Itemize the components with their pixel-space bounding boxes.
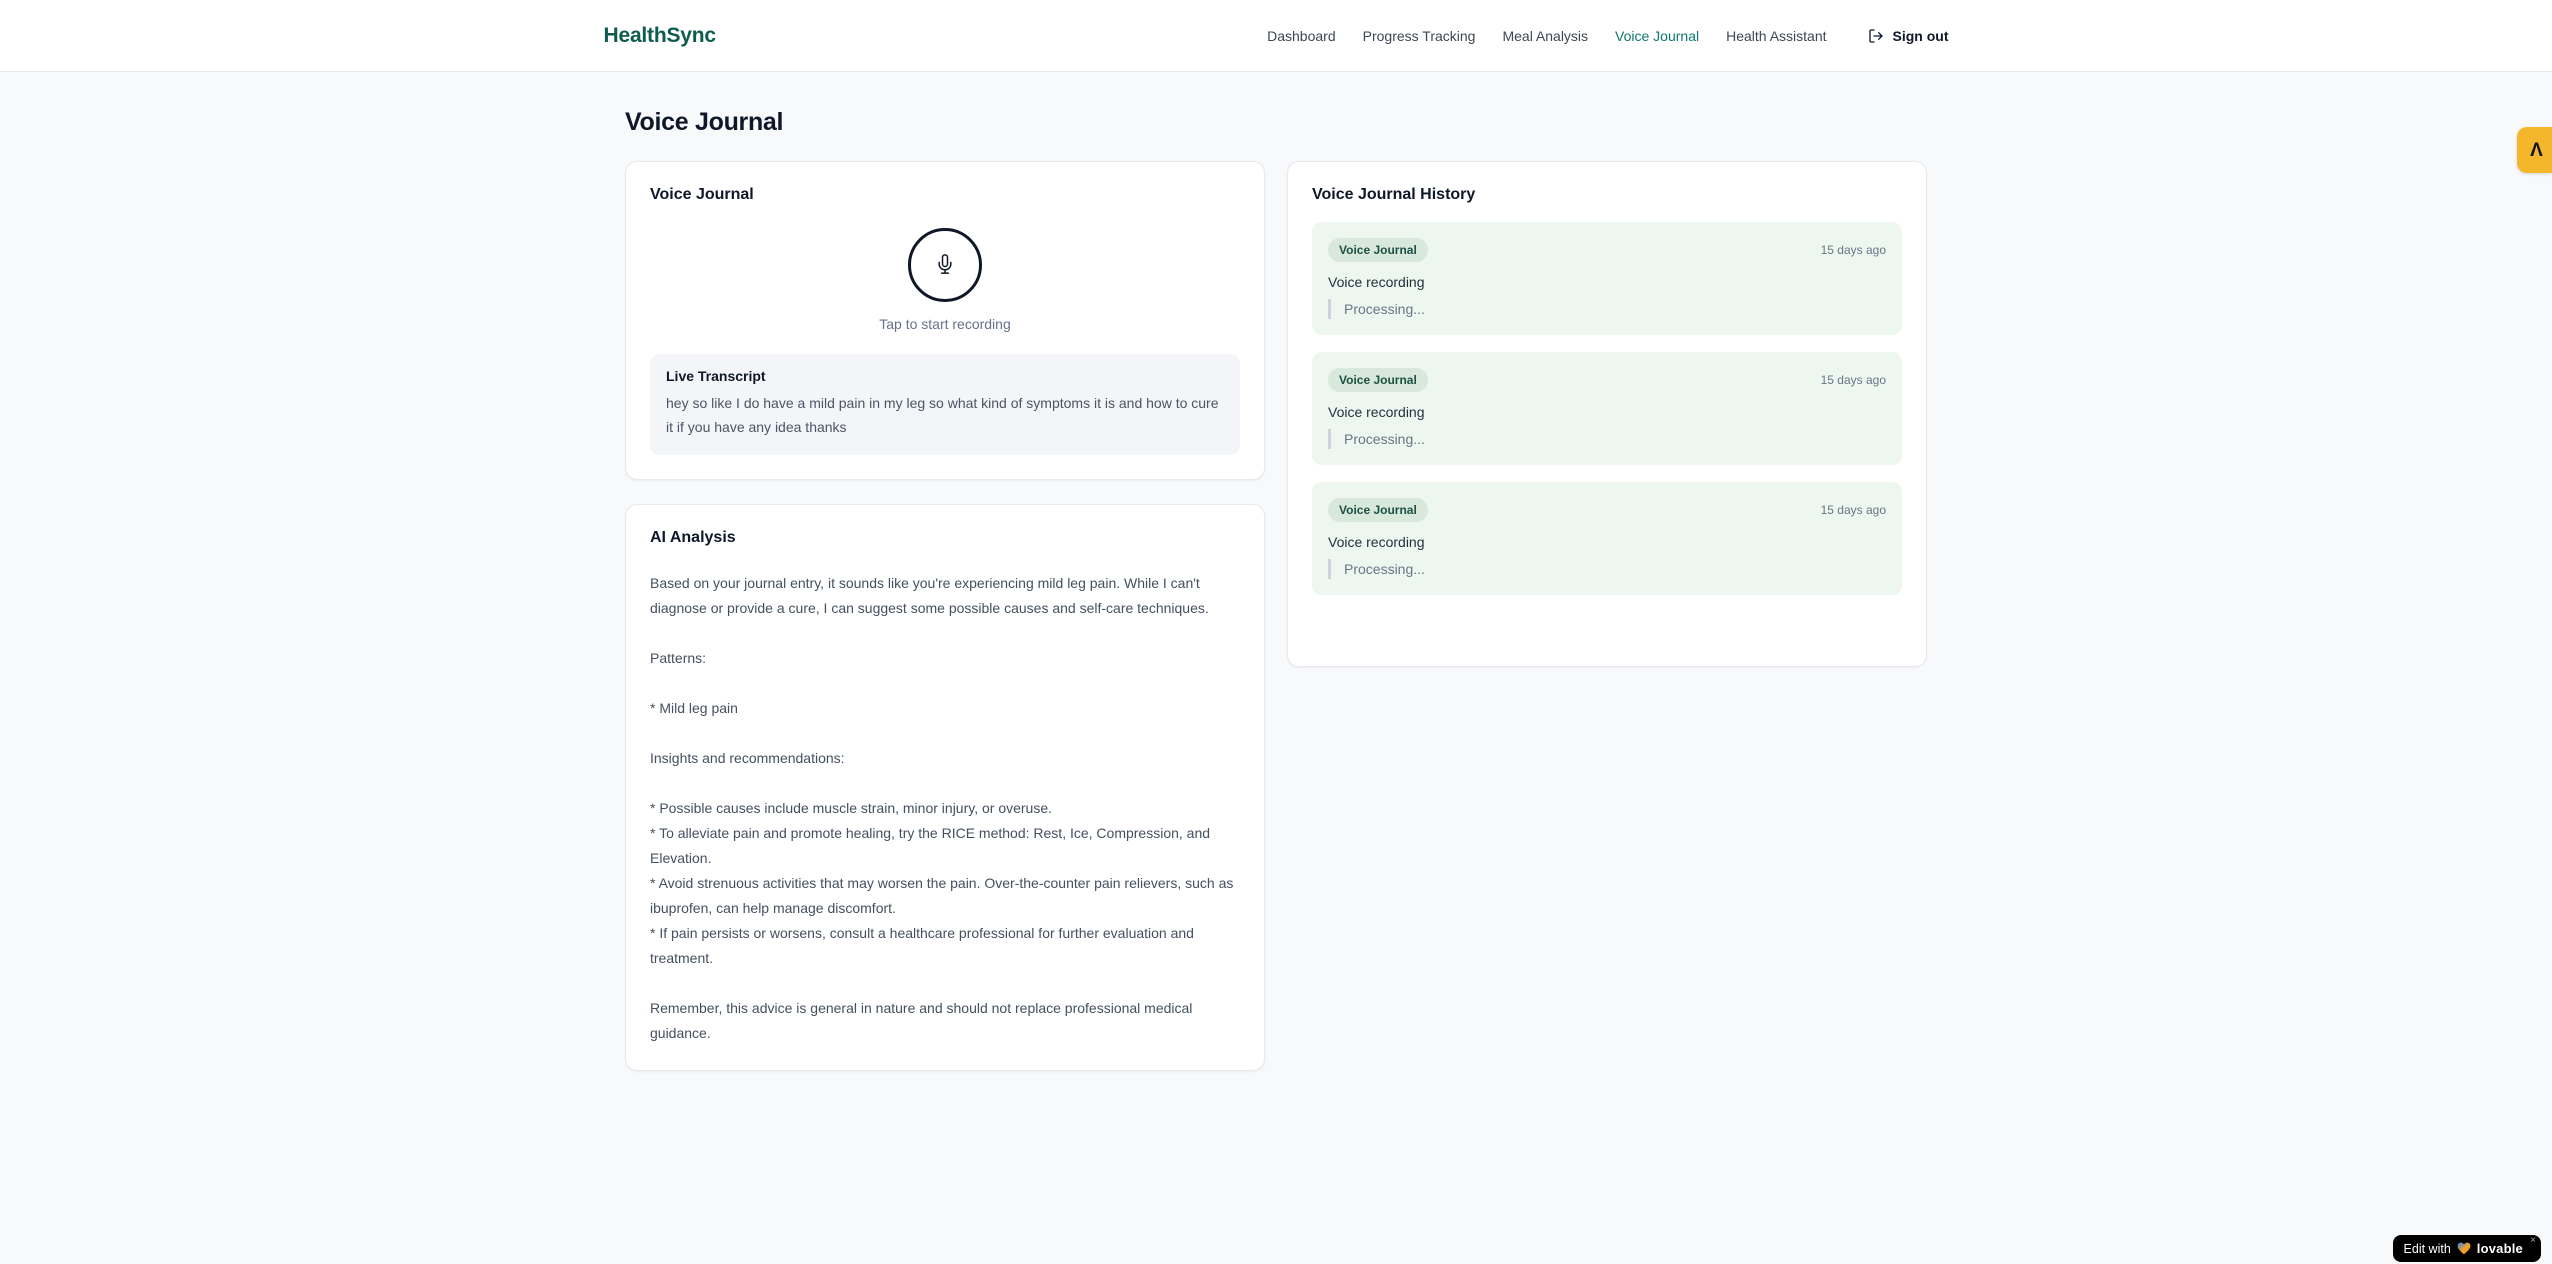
sign-out-label: Sign out: [1892, 27, 1949, 44]
entry-type-badge: Voice Journal: [1328, 238, 1428, 262]
history-card: Voice Journal History Voice Journal 15 d…: [1287, 161, 1927, 667]
lovable-badge-text: Edit with: [2403, 1241, 2451, 1256]
app-header: HealthSync Dashboard Progress Tracking M…: [0, 0, 2552, 72]
entry-type-badge: Voice Journal: [1328, 498, 1428, 522]
history-entry[interactable]: Voice Journal 15 days ago Voice recordin…: [1312, 482, 1902, 595]
heart-icon: [2457, 1242, 2471, 1255]
entry-timestamp: 15 days ago: [1820, 243, 1886, 257]
ai-analysis-title: AI Analysis: [650, 529, 736, 546]
nav-voice-journal[interactable]: Voice Journal: [1615, 28, 1699, 44]
nav-dashboard[interactable]: Dashboard: [1267, 28, 1336, 44]
live-transcript-text: hey so like I do have a mild pain in my …: [666, 395, 1219, 435]
microphone-icon: [935, 253, 955, 277]
main-nav: Dashboard Progress Tracking Meal Analysi…: [1267, 28, 1948, 44]
live-transcript-title: Live Transcript: [666, 368, 766, 384]
browser-extension-tab[interactable]: Λ: [2517, 127, 2552, 173]
entry-label: Voice recording: [1328, 534, 1425, 550]
record-button[interactable]: [908, 228, 982, 302]
tap-to-record-hint: Tap to start recording: [879, 316, 1011, 332]
entry-processing-status: Processing...: [1328, 559, 1886, 579]
nav-progress-tracking[interactable]: Progress Tracking: [1363, 28, 1476, 44]
left-column: Voice Journal Tap to start recording Liv…: [625, 161, 1265, 1071]
entry-label: Voice recording: [1328, 274, 1425, 290]
logout-icon: [1868, 28, 1884, 44]
sign-out-button[interactable]: Sign out: [1868, 28, 1949, 44]
recorder-card: Voice Journal Tap to start recording Liv…: [625, 161, 1265, 480]
entry-processing-status: Processing...: [1328, 429, 1886, 449]
entry-label: Voice recording: [1328, 404, 1425, 420]
entry-timestamp: 15 days ago: [1820, 503, 1886, 517]
nav-meal-analysis[interactable]: Meal Analysis: [1502, 28, 1588, 44]
lovable-brand-label: lovable: [2476, 1241, 2523, 1256]
history-entry[interactable]: Voice Journal 15 days ago Voice recordin…: [1312, 352, 1902, 465]
ai-analysis-card: AI Analysis Based on your journal entry,…: [625, 504, 1265, 1071]
entry-type-badge: Voice Journal: [1328, 368, 1428, 392]
live-transcript-box: Live Transcript hey so like I do have a …: [650, 354, 1240, 455]
recorder-card-title: Voice Journal: [650, 186, 754, 203]
lovable-badge[interactable]: Edit with lovable ×: [2392, 1235, 2541, 1262]
right-column: Voice Journal History Voice Journal 15 d…: [1287, 161, 1927, 667]
entry-processing-status: Processing...: [1328, 299, 1886, 319]
history-title: Voice Journal History: [1312, 186, 1476, 203]
page-title: Voice Journal: [625, 108, 784, 136]
lovable-close-icon[interactable]: ×: [2530, 1236, 2536, 1246]
nav-health-assistant[interactable]: Health Assistant: [1726, 28, 1826, 44]
app-logo[interactable]: HealthSync: [604, 24, 717, 48]
entry-timestamp: 15 days ago: [1820, 373, 1886, 387]
main-content: Voice Journal Voice Journal Tap to start…: [625, 108, 1927, 1071]
history-entry[interactable]: Voice Journal 15 days ago Voice recordin…: [1312, 222, 1902, 335]
lambda-icon: Λ: [2530, 139, 2543, 161]
ai-analysis-text: Based on your journal entry, it sounds l…: [650, 575, 1234, 1041]
